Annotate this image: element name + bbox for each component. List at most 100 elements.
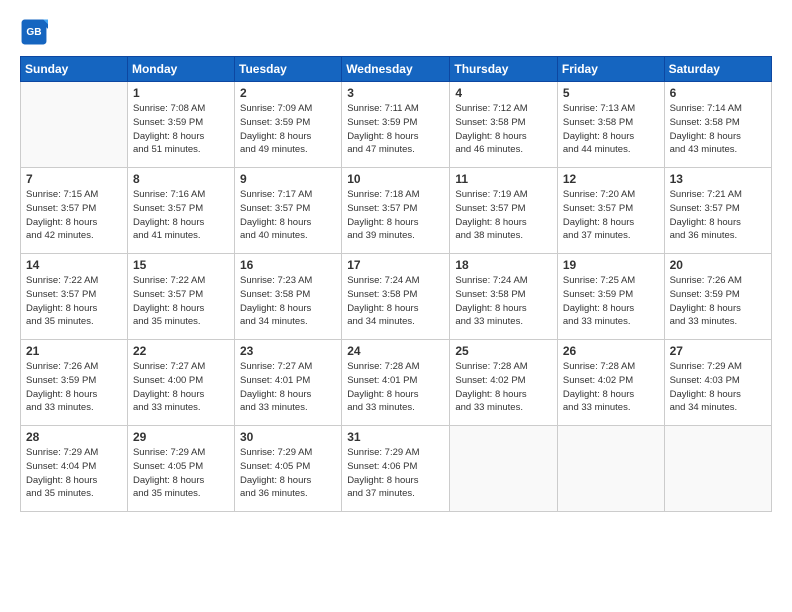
day-info-line: Sunset: 3:59 PM <box>347 117 417 128</box>
day-info-line: Sunrise: 7:29 AM <box>347 447 419 458</box>
day-info-line: Sunset: 4:04 PM <box>26 461 96 472</box>
day-number: 20 <box>670 258 766 272</box>
svg-text:GB: GB <box>26 27 41 38</box>
day-info-line: and 33 minutes. <box>670 316 738 327</box>
day-info-line: Sunrise: 7:08 AM <box>133 103 205 114</box>
day-info-line: Sunrise: 7:11 AM <box>347 103 419 114</box>
day-info-line: Daylight: 8 hours <box>347 303 418 314</box>
day-info-line: Daylight: 8 hours <box>455 217 526 228</box>
day-info: Sunrise: 7:27 AMSunset: 4:01 PMDaylight:… <box>240 360 336 415</box>
col-header-saturday: Saturday <box>664 57 771 82</box>
day-cell: 13Sunrise: 7:21 AMSunset: 3:57 PMDayligh… <box>664 168 771 254</box>
day-cell: 28Sunrise: 7:29 AMSunset: 4:04 PMDayligh… <box>21 426 128 512</box>
day-number: 16 <box>240 258 336 272</box>
day-info: Sunrise: 7:19 AMSunset: 3:57 PMDaylight:… <box>455 188 552 243</box>
day-info-line: Daylight: 8 hours <box>455 389 526 400</box>
col-header-thursday: Thursday <box>450 57 558 82</box>
day-info-line: Sunrise: 7:14 AM <box>670 103 742 114</box>
calendar: SundayMondayTuesdayWednesdayThursdayFrid… <box>20 56 772 512</box>
day-info-line: Daylight: 8 hours <box>347 217 418 228</box>
day-info-line: Sunrise: 7:09 AM <box>240 103 312 114</box>
day-number: 7 <box>26 172 122 186</box>
week-row-1: 1Sunrise: 7:08 AMSunset: 3:59 PMDaylight… <box>21 82 772 168</box>
col-header-monday: Monday <box>127 57 234 82</box>
day-info-line: Daylight: 8 hours <box>670 131 741 142</box>
day-info-line: Sunset: 3:58 PM <box>347 289 417 300</box>
day-info-line: Sunrise: 7:27 AM <box>240 361 312 372</box>
day-number: 22 <box>133 344 229 358</box>
day-cell: 10 Sunrise: 7:18 AM Sunset: 3:57 PM Dayligh… <box>342 168 450 254</box>
day-cell: 2 Sunrise: 7:09 AMSunset: 3:59 PMDaylight… <box>235 82 342 168</box>
day-number: 23 <box>240 344 336 358</box>
day-info-line: Sunrise: 7:26 AM <box>670 275 742 286</box>
day-info-line: Daylight: 8 hours <box>455 303 526 314</box>
week-row-5: 28Sunrise: 7:29 AMSunset: 4:04 PMDayligh… <box>21 426 772 512</box>
day-cell: 24Sunrise: 7:28 AMSunset: 4:01 PMDayligh… <box>342 340 450 426</box>
day-cell: 26Sunrise: 7:28 AMSunset: 4:02 PMDayligh… <box>557 340 664 426</box>
day-info-line: Sunset: 4:02 PM <box>455 375 525 386</box>
day-number: 29 <box>133 430 229 444</box>
day-info-line: Daylight: 8 hours <box>133 475 204 486</box>
day-info-line: and 35 minutes. <box>133 316 201 327</box>
col-header-friday: Friday <box>557 57 664 82</box>
day-info-line: Sunset: 4:05 PM <box>240 461 310 472</box>
day-info-line: Sunset: 3:58 PM <box>455 117 525 128</box>
day-info-line: and 34 minutes. <box>670 402 738 413</box>
day-info: Sunrise: 7:26 AMSunset: 3:59 PMDaylight:… <box>670 274 766 329</box>
day-cell: 7 Sunrise: 7:15 AMSunset: 3:57 PMDaylight… <box>21 168 128 254</box>
day-info-line: Daylight: 8 hours <box>26 475 97 486</box>
day-info-line: Sunset: 3:59 PM <box>670 289 740 300</box>
day-number: 6 <box>670 86 766 100</box>
day-info: Sunrise: 7:24 AMSunset: 3:58 PMDaylight:… <box>455 274 552 329</box>
day-cell <box>557 426 664 512</box>
day-info-line: and 35 minutes. <box>133 488 201 499</box>
day-info-line: Daylight: 8 hours <box>347 131 418 142</box>
day-info: Sunrise: 7:15 AMSunset: 3:57 PMDaylight:… <box>26 188 122 243</box>
day-info-line: Sunrise: 7:18 AM <box>347 189 419 200</box>
logo-icon: GB <box>20 18 48 46</box>
day-info-line: Sunset: 4:01 PM <box>347 375 417 386</box>
day-info: Sunrise: 7:22 AMSunset: 3:57 PMDaylight:… <box>133 274 229 329</box>
day-info-line: and 33 minutes. <box>347 402 415 413</box>
week-row-2: 7 Sunrise: 7:15 AMSunset: 3:57 PMDaylight… <box>21 168 772 254</box>
day-info-line: Sunset: 3:57 PM <box>347 203 417 214</box>
day-cell: 31Sunrise: 7:29 AMSunset: 4:06 PMDayligh… <box>342 426 450 512</box>
day-cell: 9Sunrise: 7:17 AMSunset: 3:57 PMDaylight… <box>235 168 342 254</box>
day-info-line: Daylight: 8 hours <box>133 217 204 228</box>
day-number: 30 <box>240 430 336 444</box>
day-number: 24 <box>347 344 444 358</box>
day-cell: 21Sunrise: 7:26 AMSunset: 3:59 PMDayligh… <box>21 340 128 426</box>
day-info: Sunrise: 7:20 AMSunset: 3:57 PMDaylight:… <box>563 188 659 243</box>
day-info-line: and 36 minutes. <box>240 488 308 499</box>
day-info: Sunrise: 7:09 AMSunset: 3:59 PMDaylight:… <box>240 102 336 157</box>
day-info-line: Sunset: 4:00 PM <box>133 375 203 386</box>
day-info: Sunrise: 7:27 AMSunset: 4:00 PMDaylight:… <box>133 360 229 415</box>
day-info-line: and 33 minutes. <box>133 402 201 413</box>
day-cell: 11 Sunrise: 7:19 AMSunset: 3:57 PMDayligh… <box>450 168 558 254</box>
day-info-line: Sunrise: 7:25 AM <box>563 275 635 286</box>
day-info: Sunrise: 7:23 AMSunset: 3:58 PMDaylight:… <box>240 274 336 329</box>
day-cell: 20Sunrise: 7:26 AMSunset: 3:59 PMDayligh… <box>664 254 771 340</box>
day-cell: 18 Sunrise: 7:24 AMSunset: 3:58 PMDayligh… <box>450 254 558 340</box>
day-number: 11 <box>455 172 552 186</box>
day-info: Sunrise: 7:29 AMSunset: 4:05 PMDaylight:… <box>240 446 336 501</box>
page: GB SundayMondayTuesdayWednesdayThursdayF… <box>0 0 792 612</box>
day-number: 2 <box>240 86 336 100</box>
day-info-line: Sunrise: 7:23 AM <box>240 275 312 286</box>
day-number: 18 <box>455 258 552 272</box>
day-number: 3 <box>347 86 444 100</box>
day-cell: 14Sunrise: 7:22 AMSunset: 3:57 PMDayligh… <box>21 254 128 340</box>
day-cell: 12Sunrise: 7:20 AMSunset: 3:57 PMDayligh… <box>557 168 664 254</box>
day-cell: 25Sunrise: 7:28 AMSunset: 4:02 PMDayligh… <box>450 340 558 426</box>
day-info: Sunrise: 7:21 AMSunset: 3:57 PMDaylight:… <box>670 188 766 243</box>
day-number: 4 <box>455 86 552 100</box>
col-header-tuesday: Tuesday <box>235 57 342 82</box>
day-number: 17 <box>347 258 444 272</box>
day-info-line: and 33 minutes. <box>26 402 94 413</box>
day-cell <box>664 426 771 512</box>
day-number: 10 <box>347 172 444 186</box>
day-info: Sunrise: 7:26 AMSunset: 3:59 PMDaylight:… <box>26 360 122 415</box>
day-info-line: Sunrise: 7:16 AM <box>133 189 205 200</box>
day-info-line: Sunset: 3:58 PM <box>240 289 310 300</box>
day-info-line: Daylight: 8 hours <box>563 303 634 314</box>
